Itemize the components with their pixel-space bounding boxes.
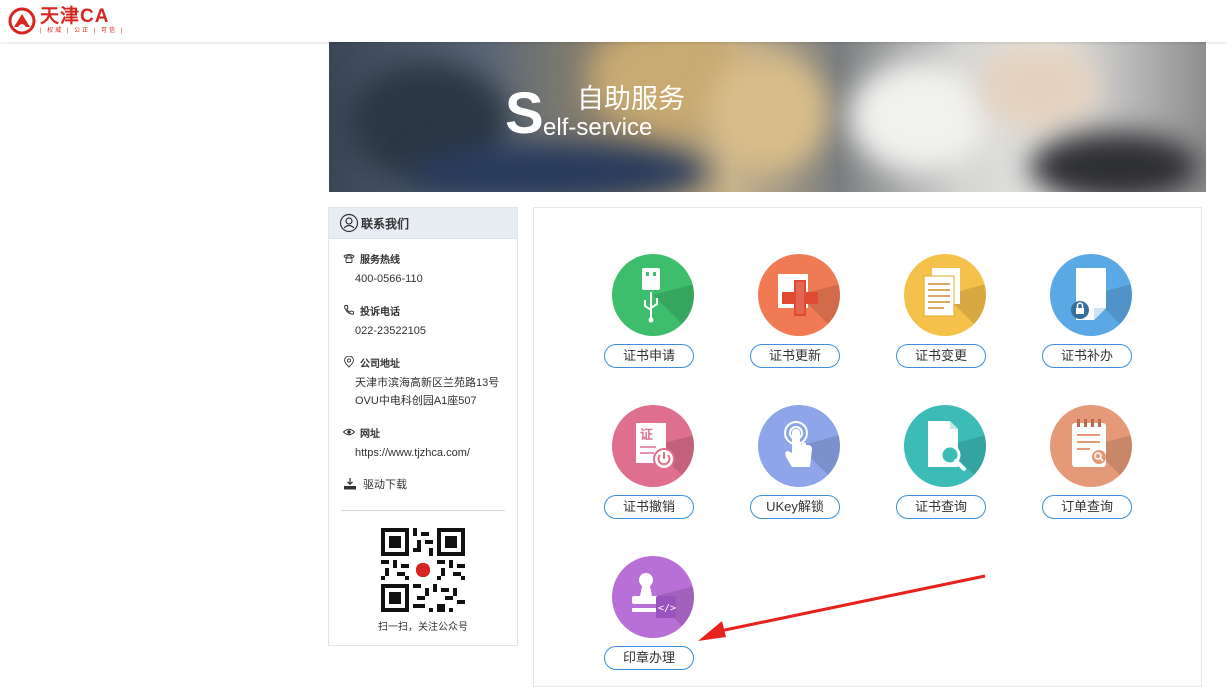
- wechat-qr-code: [381, 528, 465, 612]
- address-label: 公司地址: [360, 358, 400, 370]
- service-label-button[interactable]: 印章办理: [604, 646, 694, 670]
- service-label-button[interactable]: 证书更新: [750, 344, 840, 368]
- website-info: 网址 https://www.tjzhca.com/: [343, 425, 513, 462]
- banner-title-en: elf-service: [543, 114, 653, 141]
- address-line-2: OVU中电科创园A1座507: [355, 395, 477, 407]
- svg-text:证: 证: [640, 428, 653, 443]
- service-label-button[interactable]: UKey解锁: [750, 495, 840, 519]
- banner-letter: S: [505, 81, 544, 146]
- service-label-button[interactable]: 订单查询: [1042, 495, 1132, 519]
- svg-text:</>: </>: [658, 603, 676, 614]
- driver-download-label: 驱动下载: [363, 479, 407, 491]
- documents-icon[interactable]: [904, 254, 986, 336]
- logo-subtitle: | 权威 | 公正 | 可信 |: [40, 28, 125, 34]
- stamp-icon[interactable]: </>: [612, 556, 694, 638]
- website-label: 网址: [360, 428, 380, 440]
- service-certificate-query[interactable]: 证书查询: [896, 405, 996, 525]
- top-navigation-bar: 天津CA | 权威 | 公正 | 可信 |: [0, 0, 1227, 42]
- service-label-button[interactable]: 证书撤销: [604, 495, 694, 519]
- download-icon: [344, 478, 356, 490]
- qr-caption: 扫一扫，关注公众号: [378, 622, 468, 633]
- location-icon: [344, 356, 354, 368]
- service-seal-handling[interactable]: </> 印章办理: [604, 556, 704, 676]
- service-order-query[interactable]: 订单查询: [1042, 405, 1142, 525]
- website-link[interactable]: https://www.tjzhca.com/: [355, 444, 513, 462]
- complaint-info: 投诉电话 022-23522105: [343, 303, 513, 340]
- driver-download-link[interactable]: 驱动下载: [343, 476, 407, 492]
- hotline-value: 400-0566-110: [355, 273, 423, 285]
- complaint-phone-icon: [344, 305, 354, 315]
- service-label-button[interactable]: 证书查询: [896, 495, 986, 519]
- self-service-banner: S 自助服务 elf-service: [329, 42, 1206, 192]
- order-search-icon[interactable]: [1050, 405, 1132, 487]
- lock-document-icon[interactable]: [1050, 254, 1132, 336]
- tianjin-ca-logo-icon: [8, 7, 36, 35]
- contact-heading: 联系我们: [361, 216, 410, 231]
- service-label-button[interactable]: 证书申请: [604, 344, 694, 368]
- revoke-certificate-icon[interactable]: 证: [612, 405, 694, 487]
- service-certificate-revoke[interactable]: 证 证书撤销: [604, 405, 704, 525]
- hotline-label: 服务热线: [360, 254, 400, 266]
- service-certificate-reissue[interactable]: 证书补办: [1042, 254, 1142, 374]
- contact-us-icon: [339, 213, 359, 233]
- phone-icon: [343, 254, 355, 263]
- logo-title: 天津CA: [40, 6, 110, 27]
- contact-panel: 联系我们 服务热线 400-0566-110 投诉电话 022-23522105…: [328, 207, 518, 646]
- complaint-label: 投诉电话: [360, 306, 400, 318]
- contact-panel-header: 联系我们: [329, 208, 517, 239]
- red-annotation-arrow: [698, 574, 986, 641]
- hotline-info: 服务热线 400-0566-110: [343, 251, 513, 288]
- service-certificate-apply[interactable]: 证书申请: [604, 254, 704, 374]
- divider: [341, 510, 505, 511]
- service-certificate-change[interactable]: 证书变更: [896, 254, 996, 374]
- medical-cross-icon[interactable]: [758, 254, 840, 336]
- address-value: 天津市滨海高新区兰苑路13号 OVU中电科创园A1座507: [355, 374, 513, 410]
- service-label-button[interactable]: 证书变更: [896, 344, 986, 368]
- service-certificate-renew[interactable]: 证书更新: [750, 254, 850, 374]
- banner-title-cn: 自助服务: [577, 84, 685, 114]
- site-logo[interactable]: 天津CA | 权威 | 公正 | 可信 |: [8, 5, 124, 37]
- address-line-1: 天津市滨海高新区兰苑路13号: [355, 377, 500, 389]
- service-label-button[interactable]: 证书补办: [1042, 344, 1132, 368]
- usb-icon[interactable]: [612, 254, 694, 336]
- touch-hand-icon[interactable]: [758, 405, 840, 487]
- eye-icon: [343, 428, 355, 436]
- service-ukey-unlock[interactable]: UKey解锁: [750, 405, 850, 525]
- complaint-value: 022-23522105: [355, 325, 426, 337]
- search-document-icon[interactable]: [904, 405, 986, 487]
- address-info: 公司地址 天津市滨海高新区兰苑路13号 OVU中电科创园A1座507: [343, 355, 513, 410]
